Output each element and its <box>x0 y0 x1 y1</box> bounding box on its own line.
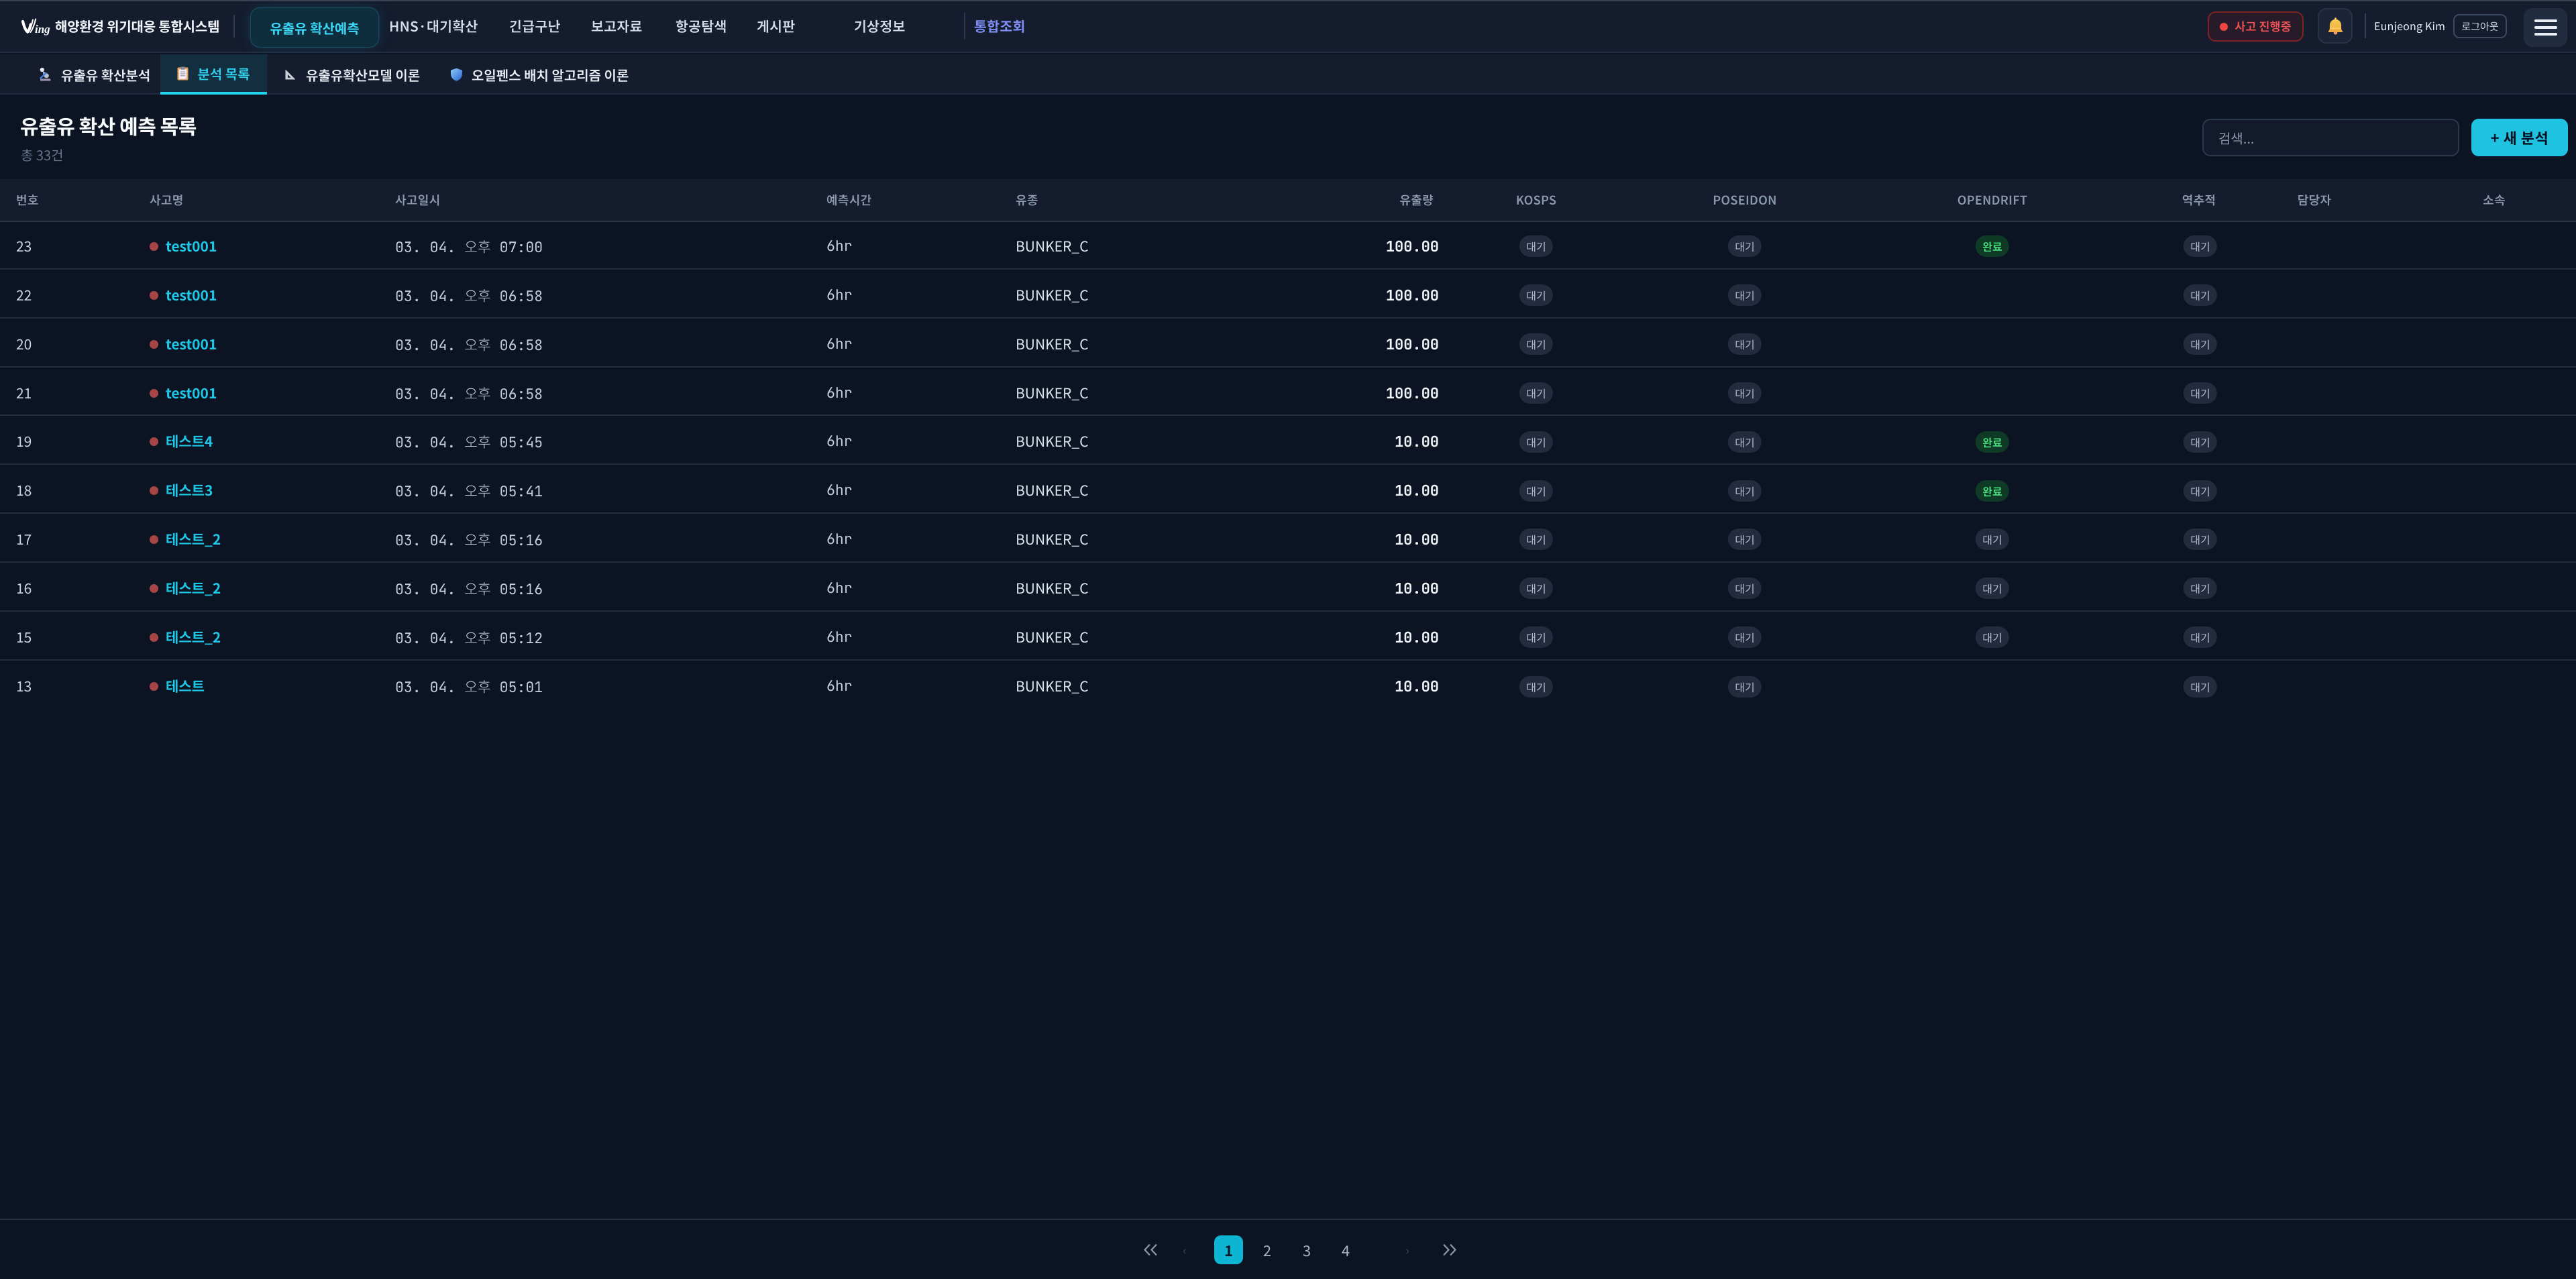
svg-text:ing: ing <box>35 23 50 36</box>
